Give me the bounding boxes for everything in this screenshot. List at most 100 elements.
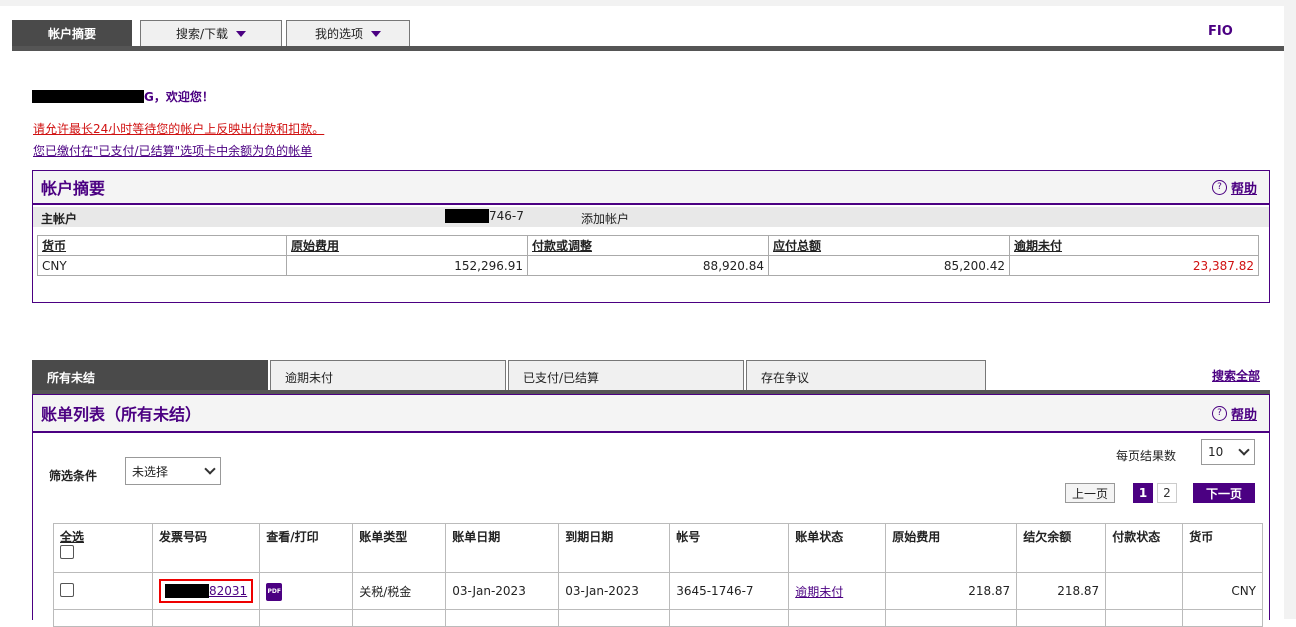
per-page-select[interactable]: 10 <box>1201 439 1255 465</box>
account-suffix: 746-7 <box>489 209 524 223</box>
bill-list-panel: 账单列表（所有未结） ? 帮助 每页结果数 10 筛选条件 未选择 上一页 1 … <box>32 394 1270 627</box>
column-header[interactable]: 原始费用 <box>286 235 528 256</box>
panel-header: 帐户摘要 ? 帮助 <box>33 171 1269 205</box>
overdue-cell: 23,387.82 <box>1009 255 1259 276</box>
help-icon: ? <box>1211 179 1227 195</box>
column-header-label: 货币 <box>1189 530 1214 544</box>
column-header: 账单状态 <box>788 523 887 573</box>
search-all-link[interactable]: 搜索全部 <box>1212 367 1260 384</box>
tab-overdue[interactable]: 逾期未付 <box>270 360 506 390</box>
nav-tab-account-summary[interactable]: 帐户摘要 <box>12 20 132 46</box>
column-header: 结欠余额 <box>1016 523 1107 573</box>
table-row: CNY 152,296.91 88,920.84 85,200.42 23,38… <box>37 255 1259 276</box>
redacted-invoice <box>165 584 209 598</box>
select-all-header: 全选 <box>53 523 153 573</box>
column-header-label: 付款状态 <box>1112 530 1161 544</box>
row-select-cell <box>53 572 153 610</box>
column-header: 付款状态 <box>1105 523 1184 573</box>
column-header[interactable]: 货币 <box>37 235 287 256</box>
tab-disputed[interactable]: 存在争议 <box>746 360 986 390</box>
nav-tab-label: 搜索/下载 <box>175 27 229 41</box>
table-row <box>53 609 1263 627</box>
prev-page-button[interactable]: 上一页 <box>1065 483 1115 503</box>
bill-tabs: 所有未结 逾期未付 已支付/已结算 存在争议 <box>32 360 1270 394</box>
main-account-row: 主帐户 746-7 添加帐户 <box>33 207 1269 227</box>
account-summary-panel: 帐户摘要 ? 帮助 主帐户 746-7 添加帐户 货币 原始费用 付款或调整 应… <box>32 170 1270 303</box>
tab-all-open[interactable]: 所有未结 <box>32 360 268 390</box>
brand-label: FIO <box>1208 24 1233 39</box>
column-header-label: 结欠余额 <box>1023 530 1072 544</box>
chevron-down-icon <box>236 30 247 37</box>
page-2-button[interactable]: 2 <box>1157 483 1177 503</box>
original-charges-cell: 218.87 <box>885 572 1018 610</box>
payments-adjustments-cell: 88,920.84 <box>527 255 769 276</box>
panel-header: 账单列表（所有未结） ? 帮助 <box>33 395 1269 433</box>
main-account-label: 主帐户 <box>41 212 78 226</box>
bill-date-cell: 03-Jan-2023 <box>445 572 560 610</box>
tab-paid-settled[interactable]: 已支付/已结算 <box>508 360 744 390</box>
column-header: 查看/打印 <box>259 523 354 573</box>
help-label: 帮助 <box>1230 181 1257 197</box>
help-link[interactable]: ? 帮助 <box>1211 178 1257 197</box>
filter-label: 筛选条件 <box>49 469 98 483</box>
column-header-label: 查看/打印 <box>266 530 319 544</box>
pdf-icon[interactable]: PDF <box>266 582 283 601</box>
currency-cell: CNY <box>37 255 287 276</box>
column-header: 发票号码 <box>151 523 261 573</box>
bill-type-cell: 关税/税金 <box>352 572 447 610</box>
help-label: 帮助 <box>1230 407 1257 423</box>
chevron-down-icon <box>204 463 216 475</box>
main-account-number: 746-7 <box>445 209 524 223</box>
column-header: 账单日期 <box>445 523 560 573</box>
add-account-link[interactable]: 添加帐户 <box>581 210 629 227</box>
column-header-label: 账单日期 <box>452 530 501 544</box>
right-edge <box>1284 0 1296 619</box>
original-charges-cell: 152,296.91 <box>286 255 528 276</box>
column-header: 货币 <box>1182 523 1263 573</box>
panel-title: 账单列表（所有未结） <box>41 405 202 424</box>
page-1-button[interactable]: 1 <box>1133 483 1153 503</box>
top-nav: 帐户摘要 搜索/下载 我的选项 FIO <box>12 18 1284 51</box>
redacted-name <box>32 90 144 103</box>
per-page-label: 每页结果数 <box>1116 449 1177 463</box>
currency-cell: CNY <box>1182 572 1263 610</box>
notice-negative-balance[interactable]: 您已缴付在"已支付/已结算"选项卡中余额为负的帐单 <box>33 142 312 159</box>
column-header-label: 账单状态 <box>795 530 844 544</box>
balance-due-cell: 218.87 <box>1016 572 1107 610</box>
view-print-cell: PDF <box>259 572 354 610</box>
column-header[interactable]: 付款或调整 <box>527 235 769 256</box>
currency-summary-table: 货币 原始费用 付款或调整 应付总额 逾期未付 CNY 152,296.91 8… <box>37 235 1259 276</box>
chevron-down-icon <box>371 30 381 37</box>
welcome-message: G，欢迎您！ <box>32 88 214 105</box>
status-link[interactable]: 逾期未付 <box>795 585 843 599</box>
top-strip <box>0 0 1296 6</box>
payment-status-cell <box>1105 572 1184 610</box>
filter-select[interactable]: 未选择 <box>125 457 221 485</box>
table-header-row: 全选 发票号码 查看/打印 账单类型 账单日期 到期日期 帐号 账单状态 原始费… <box>53 523 1263 573</box>
total-due-cell: 85,200.42 <box>768 255 1010 276</box>
nav-tab-my-options[interactable]: 我的选项 <box>286 20 410 46</box>
bill-table: 全选 发票号码 查看/打印 账单类型 账单日期 到期日期 帐号 账单状态 原始费… <box>53 523 1263 627</box>
column-header-label: 账单类型 <box>359 530 408 544</box>
panel-title: 帐户摘要 <box>41 179 106 198</box>
row-checkbox[interactable] <box>60 582 74 597</box>
chevron-down-icon <box>1238 444 1250 456</box>
column-header-label: 发票号码 <box>159 530 208 544</box>
invoice-link[interactable]: 82031 <box>159 579 254 603</box>
column-header[interactable]: 应付总额 <box>768 235 1010 256</box>
filter-value: 未选择 <box>132 464 169 479</box>
notice-payment-delay[interactable]: 请允许最长24小时等待您的帐户上反映出付款和扣款。 <box>33 120 324 137</box>
column-header[interactable]: 逾期未付 <box>1009 235 1259 256</box>
nav-tab-label: 我的选项 <box>314 27 363 41</box>
nav-tab-label: 帐户摘要 <box>47 27 96 41</box>
nav-tab-search-download[interactable]: 搜索/下载 <box>140 20 282 46</box>
column-header: 到期日期 <box>558 523 671 573</box>
select-all-link[interactable]: 全选 <box>60 530 84 544</box>
welcome-text: G，欢迎您！ <box>144 90 214 104</box>
help-link[interactable]: ? 帮助 <box>1211 404 1257 423</box>
select-all-checkbox[interactable] <box>60 545 74 559</box>
next-page-button[interactable]: 下一页 <box>1193 483 1255 503</box>
invoice-number: 82031 <box>209 584 248 598</box>
column-header-label: 帐号 <box>676 530 701 544</box>
per-page-value: 10 <box>1208 445 1224 459</box>
